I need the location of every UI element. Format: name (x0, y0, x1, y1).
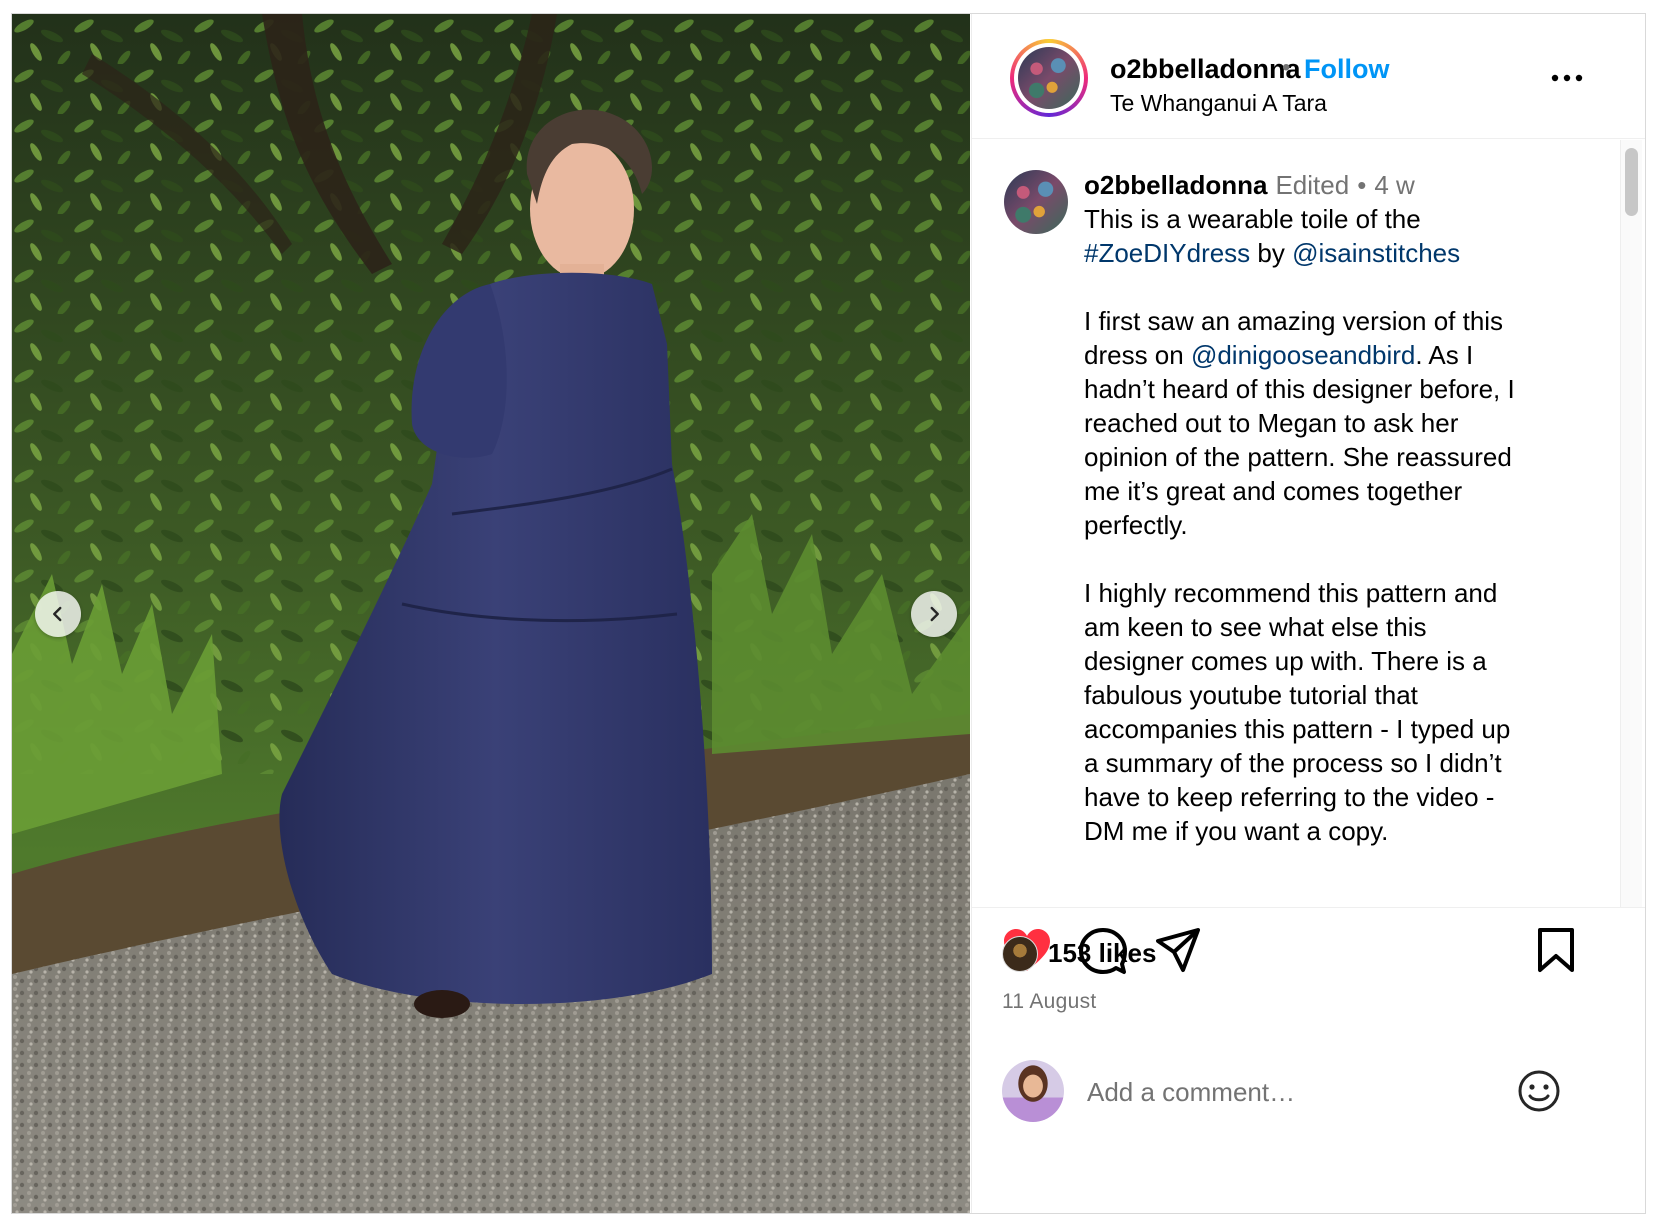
caption-line: have to keep referring to the video - (1084, 780, 1579, 814)
caption-text-fragment: I first saw an amazing version of this (1084, 306, 1504, 336)
more-options-button[interactable] (1547, 69, 1587, 87)
avatar (1018, 47, 1080, 109)
caption-line: accompanies this pattern - I typed up (1084, 712, 1579, 746)
post-date[interactable]: 11 August (1002, 990, 1097, 1014)
post-photo (12, 14, 970, 1213)
caption-line: reached out to Megan to ask her (1084, 406, 1579, 440)
edited-label: Edited (1275, 170, 1350, 200)
caption-line: #ZoeDIYdress by @isainstitches (1084, 236, 1579, 270)
caption-text-fragment: designer comes up with. There is a (1084, 646, 1487, 676)
story-avatar[interactable] (1010, 39, 1088, 117)
caption-text-fragment: . As I (1415, 340, 1474, 370)
share-icon (1156, 928, 1200, 972)
post-dialog: o2bbelladonna • Follow Te Whanganui A Ta… (11, 13, 1646, 1214)
caption-line: perfectly. (1084, 508, 1579, 542)
caption-line: This is a wearable toile of the (1084, 202, 1579, 236)
caption-line: dress on @dinigooseandbird. As I (1084, 338, 1579, 372)
post-side-panel: o2bbelladonna • Follow Te Whanganui A Ta… (971, 14, 1645, 1213)
header-username[interactable]: o2bbelladonna (1110, 54, 1301, 85)
likes-count[interactable]: 153 likes (1048, 938, 1156, 969)
caption-text-fragment: a summary of the process so I didn’t (1084, 748, 1502, 778)
caption-body: o2bbelladonna Edited • 4 w This is a wearab… (1084, 168, 1579, 848)
previous-image-button[interactable] (35, 591, 81, 637)
comment-input[interactable] (1087, 1072, 1487, 1112)
current-user-avatar[interactable] (1002, 1060, 1064, 1122)
save-button[interactable] (1536, 927, 1576, 973)
caption-text-fragment: DM me if you want a copy. (1084, 816, 1389, 846)
caption-scroll-area[interactable]: o2bbelladonna Edited • 4 w This is a wearab… (972, 140, 1645, 908)
caption-line: I first saw an amazing version of this (1084, 304, 1579, 338)
caption-text-fragment: This is a wearable toile of the (1084, 204, 1421, 234)
caption-text-fragment: hadn’t heard of this designer before, I (1084, 374, 1515, 404)
caption-text-fragment: am keen to see what else this (1084, 612, 1427, 642)
caption-text: This is a wearable toile of the #ZoeDIYdr… (1084, 202, 1579, 848)
caption-line: fabulous youtube tutorial that (1084, 678, 1579, 712)
bookmark-icon (1538, 928, 1574, 972)
liker-avatar[interactable] (1002, 936, 1038, 972)
caption-line: hadn’t heard of this designer before, I (1084, 372, 1579, 406)
header-separator: • (1282, 54, 1291, 81)
post-media[interactable] (12, 14, 970, 1213)
hashtag-link[interactable]: #ZoeDIYdress (1084, 238, 1250, 268)
caption-text-fragment: accompanies this pattern - I typed up (1084, 714, 1511, 744)
caption-line: I highly recommend this pattern and (1084, 576, 1579, 610)
caption-line: designer comes up with. There is a (1084, 644, 1579, 678)
caption-text-fragment: me it’s great and comes together (1084, 476, 1463, 506)
caption-line: opinion of the pattern. She reassured (1084, 440, 1579, 474)
chevron-right-icon (930, 606, 939, 622)
location-link[interactable]: Te Whanganui A Tara (1110, 90, 1327, 117)
caption-username[interactable]: o2bbelladonna (1084, 170, 1267, 200)
follow-button[interactable]: Follow (1304, 54, 1389, 85)
post-header: o2bbelladonna • Follow Te Whanganui A Ta… (972, 14, 1645, 139)
caption-line: DM me if you want a copy. (1084, 814, 1579, 848)
caption-line: a summary of the process so I didn’t (1084, 746, 1579, 780)
caption-text-fragment: I highly recommend this pattern and (1084, 578, 1498, 608)
scrollbar-thumb[interactable] (1625, 148, 1638, 216)
caption-text-fragment: dress on (1084, 340, 1191, 370)
post-age[interactable]: 4 w (1374, 170, 1414, 200)
emoji-button[interactable] (1517, 1069, 1561, 1113)
mention-link[interactable]: @isainstitches (1292, 238, 1460, 268)
caption-text-fragment: fabulous youtube tutorial that (1084, 680, 1418, 710)
caption-meta: o2bbelladonna Edited • 4 w (1084, 168, 1579, 202)
caption-line: me it’s great and comes together (1084, 474, 1579, 508)
caption-separator: • (1357, 170, 1367, 200)
comment-bar (972, 1054, 1645, 1134)
mention-link[interactable]: @dinigooseandbird (1191, 340, 1415, 370)
next-image-button[interactable] (911, 591, 957, 637)
caption-scrollbar[interactable] (1620, 140, 1642, 907)
caption-text-fragment: reached out to Megan to ask her (1084, 408, 1459, 438)
caption-text-fragment: by (1250, 238, 1293, 268)
more-dots-icon (1551, 74, 1583, 82)
caption-line: am keen to see what else this (1084, 610, 1579, 644)
caption-text-fragment: perfectly. (1084, 510, 1188, 540)
caption-avatar[interactable] (1004, 170, 1068, 234)
caption-text-fragment: have to keep referring to the video - (1084, 782, 1495, 812)
smiley-icon (1518, 1070, 1560, 1112)
caption-text-fragment: opinion of the pattern. She reassured (1084, 442, 1512, 472)
share-button[interactable] (1155, 927, 1201, 973)
chevron-left-icon (53, 606, 62, 622)
